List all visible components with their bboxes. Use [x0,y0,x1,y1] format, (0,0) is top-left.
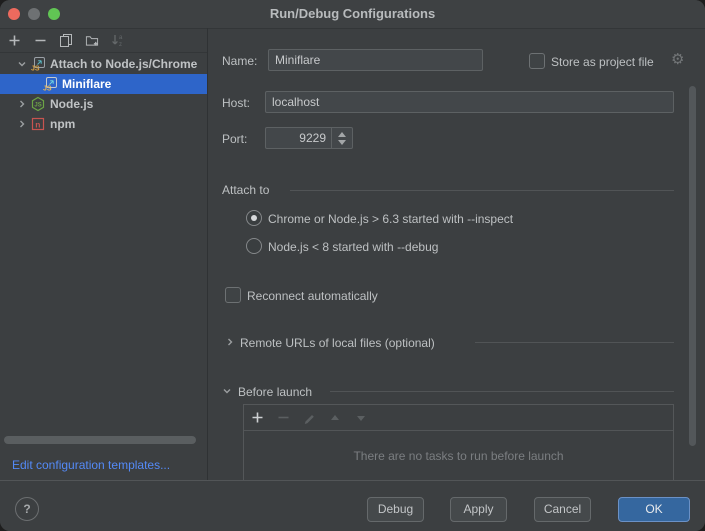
reconnect-automatically-label: Reconnect automatically [247,288,378,304]
npm-icon: n [30,116,46,132]
svg-text:a: a [119,35,123,41]
spinner-up-icon[interactable] [338,132,346,137]
radio-debug-label: Node.js < 8 started with --debug [268,239,438,255]
add-icon[interactable] [250,411,264,425]
edit-configuration-templates-link[interactable]: Edit configuration templates... [12,458,170,472]
remove-icon[interactable] [33,33,47,47]
titlebar: Run/Debug Configurations [0,0,705,29]
svg-text:JS: JS [34,103,41,109]
run-debug-configurations-dialog: Run/Debug Configurations az [0,0,705,531]
name-input[interactable] [268,49,483,71]
cancel-button[interactable]: Cancel [534,497,591,522]
configuration-form: Name: Store as project file ⚙ Host: Port… [208,28,705,481]
chevron-down-icon[interactable] [221,385,233,397]
chevron-right-icon[interactable] [16,119,28,129]
gear-icon[interactable]: ⚙ [671,52,684,68]
attach-config-icon: JS [42,76,58,92]
apply-button[interactable]: Apply [450,497,507,522]
tree-item-label: Node.js [50,97,93,111]
edit-icon [302,411,316,425]
port-stepper[interactable] [265,127,353,149]
attach-to-section-label: Attach to [222,182,269,198]
configurations-sidebar: az JS Attach to Node.js/Chrome JS Minifl… [0,28,208,481]
port-label: Port: [222,131,247,147]
form-vertical-scrollbar[interactable] [689,86,696,446]
dialog-footer: ? Debug Apply Cancel OK [0,480,705,531]
remote-urls-section-label[interactable]: Remote URLs of local files (optional) [240,335,435,351]
before-launch-section-label[interactable]: Before launch [238,384,312,400]
radio-inspect[interactable] [246,210,262,226]
move-down-icon [354,411,368,425]
port-input[interactable] [266,128,331,148]
svg-text:n: n [35,119,40,129]
tree-item-label: Miniflare [62,77,111,91]
store-as-project-file-label: Store as project file [551,54,654,70]
section-divider [330,391,674,392]
add-icon[interactable] [7,33,21,47]
remove-icon [276,411,290,425]
svg-text:JS: JS [43,86,52,93]
tree-item-nodejs[interactable]: JS Node.js [0,94,207,114]
before-launch-toolbar [244,405,673,431]
help-button[interactable]: ? [15,497,39,521]
before-launch-task-panel: There are no tasks to run before launch [243,404,674,481]
radio-inspect-label: Chrome or Node.js > 6.3 started with --i… [268,211,513,227]
copy-icon[interactable] [59,33,73,47]
ok-button[interactable]: OK [618,497,690,522]
port-spinner-buttons[interactable] [331,128,352,148]
host-label: Host: [222,95,250,111]
move-up-icon [328,411,342,425]
configurations-tree: JS Attach to Node.js/Chrome JS Miniflare… [0,54,207,134]
svg-text:JS: JS [31,66,40,73]
section-divider [475,342,674,343]
spinner-down-icon[interactable] [338,140,346,145]
host-input[interactable] [265,91,674,113]
dialog-title: Run/Debug Configurations [0,0,705,28]
name-label: Name: [222,53,257,69]
tree-item-attach-to-nodejs-chrome[interactable]: JS Attach to Node.js/Chrome [0,54,207,74]
tree-item-miniflare[interactable]: JS Miniflare [0,74,207,94]
sort-icon: az [111,33,125,47]
section-divider [290,190,674,191]
radio-debug[interactable] [246,238,262,254]
before-launch-empty-message: There are no tasks to run before launch [244,449,673,463]
chevron-right-icon[interactable] [16,99,28,109]
radio-selected-dot [251,215,257,221]
new-folder-icon[interactable] [85,33,99,47]
tree-item-label: npm [50,117,75,131]
chevron-right-icon[interactable] [224,336,236,348]
svg-text:z: z [119,42,122,47]
nodejs-icon: JS [30,96,46,112]
chevron-down-icon[interactable] [16,59,28,69]
reconnect-automatically-checkbox[interactable] [225,287,241,303]
sidebar-toolbar: az [0,28,207,53]
sidebar-horizontal-scrollbar[interactable] [4,436,196,444]
store-as-project-file-checkbox[interactable] [529,53,545,69]
tree-item-label: Attach to Node.js/Chrome [50,57,197,71]
attach-config-icon: JS [30,56,46,72]
tree-item-npm[interactable]: n npm [0,114,207,134]
debug-button[interactable]: Debug [367,497,424,522]
